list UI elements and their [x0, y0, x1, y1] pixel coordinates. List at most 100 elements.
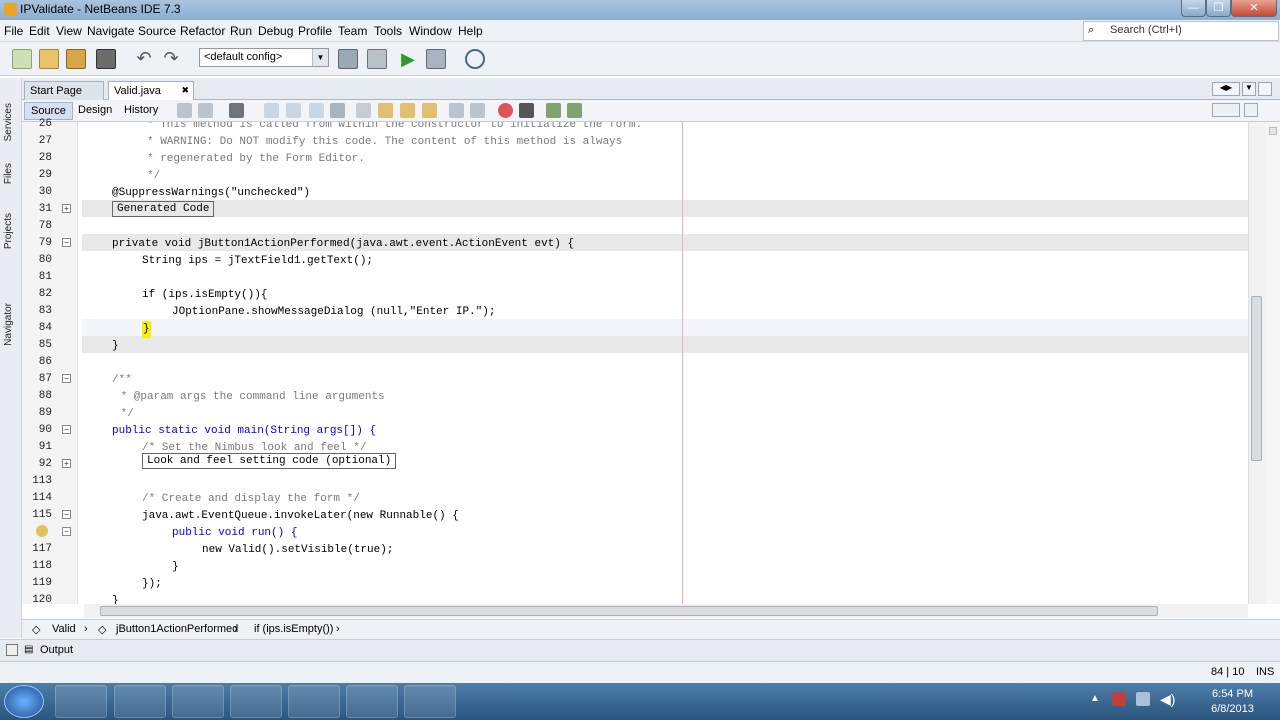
look-and-feel-fold[interactable]: Look and feel setting code (optional)	[142, 453, 397, 469]
system-clock[interactable]: 6:54 PM 6/8/2013	[1195, 687, 1270, 717]
internet-explorer-icon[interactable]	[55, 685, 107, 718]
expand-fold-icon[interactable]: +	[62, 459, 71, 468]
output-window-icon[interactable]	[6, 644, 18, 656]
expand-fold-icon[interactable]: +	[62, 204, 71, 213]
menu-window[interactable]: Window	[409, 24, 452, 38]
build-project-icon[interactable]	[338, 49, 358, 69]
code-line: private void jButton1ActionPerformed(jav…	[112, 238, 575, 250]
redo-icon[interactable]: ↷	[161, 49, 181, 69]
horizontal-scrollbar-thumb[interactable]	[100, 606, 1158, 616]
search-input[interactable]: ⌕ Search (Ctrl+I)	[1083, 21, 1279, 41]
collapse-fold-icon[interactable]: −	[62, 425, 71, 434]
breadcrumb-item-if[interactable]: if (ips.isEmpty())	[254, 623, 333, 635]
close-button[interactable]: ✕	[1231, 0, 1277, 17]
stop-macro-icon[interactable]	[519, 103, 534, 118]
chevron-right-icon: ›	[336, 623, 340, 635]
open-project-icon[interactable]	[66, 49, 86, 69]
chrome-icon[interactable]	[230, 685, 282, 718]
side-tab-services[interactable]: Services	[3, 103, 14, 141]
find-previous-icon[interactable]	[286, 103, 301, 118]
menu-debug[interactable]: Debug	[258, 24, 293, 38]
error-stripe[interactable]	[1266, 122, 1280, 604]
tab-history[interactable]: History	[118, 102, 164, 120]
tab-start-page[interactable]: Start Page	[24, 81, 104, 100]
maximize-button[interactable]: ❐	[1206, 0, 1231, 17]
menu-help[interactable]: Help	[458, 24, 483, 38]
file-explorer-icon[interactable]	[114, 685, 166, 718]
side-tab-files[interactable]: Files	[3, 163, 14, 184]
close-tab-icon[interactable]: ✖	[181, 85, 189, 96]
output-tab[interactable]: Output	[40, 644, 73, 656]
status-bar: 84 | 10 INS	[0, 661, 1280, 683]
volume-icon[interactable]: ◀)	[1160, 691, 1175, 708]
forward-icon[interactable]	[229, 103, 244, 118]
profile-project-icon[interactable]	[465, 49, 485, 69]
menu-source[interactable]: Source	[138, 24, 176, 38]
run-project-icon[interactable]: ▶	[398, 49, 418, 69]
vertical-scrollbar-thumb[interactable]	[1251, 296, 1262, 461]
shift-left-icon[interactable]	[449, 103, 464, 118]
breadcrumb-item-method[interactable]: jButton1ActionPerformed	[116, 623, 238, 635]
find-next-icon[interactable]	[309, 103, 324, 118]
find-selection-icon[interactable]	[264, 103, 279, 118]
previous-bookmark-icon[interactable]	[378, 103, 393, 118]
undo-icon[interactable]: ↶	[134, 49, 154, 69]
uncomment-icon[interactable]	[567, 103, 582, 118]
recorder-taskbar-icon[interactable]	[404, 685, 456, 718]
collapse-fold-icon[interactable]: −	[62, 527, 71, 536]
minimize-button[interactable]: —	[1181, 0, 1206, 17]
clean-build-icon[interactable]	[367, 49, 387, 69]
app-taskbar-icon[interactable]	[346, 685, 398, 718]
action-center-icon[interactable]	[1112, 692, 1126, 706]
debug-project-icon[interactable]	[426, 49, 446, 69]
toggle-highlight-icon[interactable]	[330, 103, 345, 118]
save-all-icon[interactable]	[96, 49, 116, 69]
config-select[interactable]: <default config> ▼	[199, 48, 329, 67]
show-opened-documents-icon[interactable]: ▼	[1242, 82, 1256, 96]
menu-refactor[interactable]: Refactor	[180, 24, 225, 38]
next-bookmark-icon[interactable]	[400, 103, 415, 118]
code-line: @SuppressWarnings("unchecked")	[112, 187, 311, 199]
code-editor[interactable]: * This method is called from within the …	[78, 122, 1248, 604]
collapse-fold-icon[interactable]: −	[62, 510, 71, 519]
tab-design[interactable]: Design	[72, 102, 118, 120]
scroll-tabs-icon[interactable]: ◀▶	[1212, 82, 1240, 96]
hint-bulb-icon[interactable]	[36, 525, 48, 537]
start-macro-icon[interactable]	[498, 103, 513, 118]
last-edit-icon[interactable]	[177, 103, 192, 118]
back-icon[interactable]	[198, 103, 213, 118]
network-icon[interactable]	[1136, 692, 1150, 706]
menu-tools[interactable]: Tools	[374, 24, 402, 38]
tray-arrow-icon[interactable]: ▲	[1090, 693, 1100, 704]
new-file-icon[interactable]	[12, 49, 32, 69]
editor-dropdown-icon[interactable]	[1244, 103, 1258, 117]
shift-right-icon[interactable]	[470, 103, 485, 118]
menu-run[interactable]: Run	[230, 24, 252, 38]
new-project-icon[interactable]	[39, 49, 59, 69]
menu-view[interactable]: View	[56, 24, 82, 38]
collapse-fold-icon[interactable]: −	[62, 374, 71, 383]
generated-code-fold[interactable]: Generated Code	[112, 201, 215, 217]
tab-valid-java[interactable]: Valid.java ✖	[108, 81, 194, 100]
toggle-bookmark-icon[interactable]	[422, 103, 437, 118]
maximize-window-icon[interactable]	[1258, 82, 1272, 96]
comment-icon[interactable]	[546, 103, 561, 118]
code-line: * WARNING: Do NOT modify this code. The …	[114, 136, 623, 148]
side-tab-projects[interactable]: Projects	[3, 213, 14, 249]
menu-profile[interactable]: Profile	[298, 24, 332, 38]
menu-team[interactable]: Team	[338, 24, 367, 38]
code-line: }	[112, 595, 119, 604]
netbeans-taskbar-icon[interactable]	[288, 685, 340, 718]
menu-navigate[interactable]: Navigate	[87, 24, 134, 38]
start-button[interactable]	[4, 685, 44, 718]
media-player-icon[interactable]	[172, 685, 224, 718]
menu-file[interactable]: File	[4, 24, 23, 38]
toggle-rectangular-selection-icon[interactable]	[356, 103, 371, 118]
editor-nav-arrows-icon[interactable]	[1212, 103, 1240, 117]
line-number: 118	[32, 560, 52, 572]
collapse-fold-icon[interactable]: −	[62, 238, 71, 247]
side-tab-navigator[interactable]: Navigator	[3, 303, 14, 346]
breadcrumb-item-valid[interactable]: Valid	[52, 623, 76, 635]
code-line: public void run() {	[172, 527, 298, 539]
menu-edit[interactable]: Edit	[29, 24, 50, 38]
